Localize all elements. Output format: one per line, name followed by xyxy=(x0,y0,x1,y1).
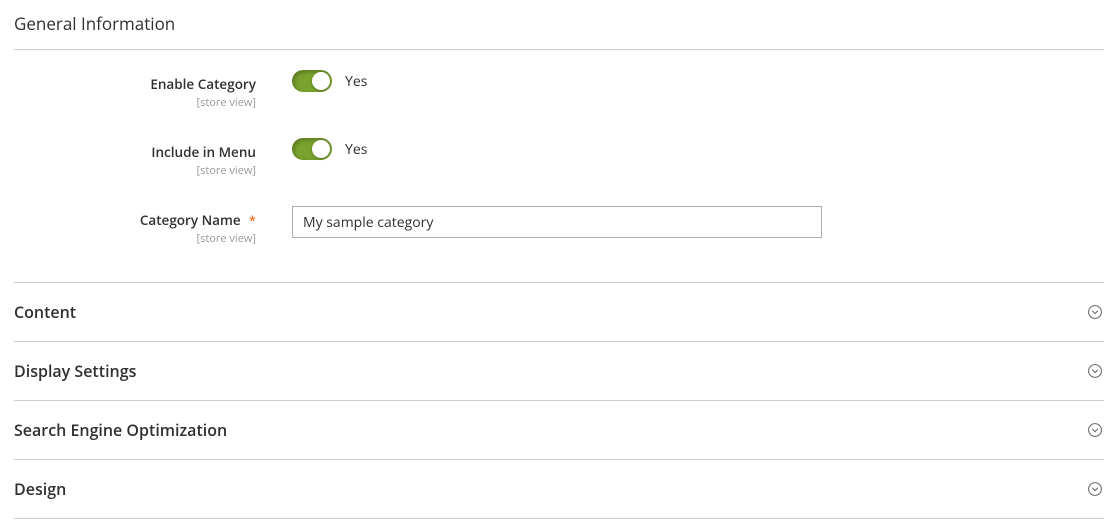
chevron-down-icon xyxy=(1086,362,1104,380)
section-content-title: Content xyxy=(14,301,76,323)
field-include-in-menu: Include in Menu [store view] Yes xyxy=(14,138,1104,178)
toggle-knob-icon xyxy=(312,72,330,90)
section-seo[interactable]: Search Engine Optimization xyxy=(14,401,1104,460)
enable-category-value: Yes xyxy=(345,72,367,91)
chevron-down-icon xyxy=(1086,303,1104,321)
include-in-menu-scope: [store view] xyxy=(14,163,256,178)
enable-category-label: Enable Category xyxy=(150,75,256,93)
category-name-control xyxy=(284,206,822,238)
include-in-menu-control: Yes xyxy=(284,138,367,160)
collapsible-sections: Content Display Settings Search Engine O… xyxy=(14,282,1104,519)
enable-category-scope: [store view] xyxy=(14,95,256,110)
general-information-form: Enable Category [store view] Yes Include… xyxy=(14,50,1104,278)
required-asterisk-icon: * xyxy=(249,211,256,229)
enable-category-toggle[interactable] xyxy=(292,70,332,92)
include-in-menu-label-col: Include in Menu [store view] xyxy=(14,138,284,178)
enable-category-control: Yes xyxy=(284,70,367,92)
section-title: General Information xyxy=(14,0,1104,50)
include-in-menu-value: Yes xyxy=(345,140,367,159)
toggle-knob-icon xyxy=(312,140,330,158)
category-name-label-col: Category Name * [store view] xyxy=(14,206,284,246)
section-design-title: Design xyxy=(14,478,66,500)
section-display-settings[interactable]: Display Settings xyxy=(14,342,1104,401)
chevron-down-icon xyxy=(1086,480,1104,498)
section-display-settings-title: Display Settings xyxy=(14,360,136,382)
field-category-name: Category Name * [store view] xyxy=(14,206,1104,246)
category-name-label: Category Name xyxy=(140,211,241,229)
include-in-menu-label: Include in Menu xyxy=(151,143,256,161)
field-enable-category: Enable Category [store view] Yes xyxy=(14,70,1104,110)
category-name-input[interactable] xyxy=(292,206,822,238)
include-in-menu-toggle[interactable] xyxy=(292,138,332,160)
section-design[interactable]: Design xyxy=(14,460,1104,519)
chevron-down-icon xyxy=(1086,421,1104,439)
enable-category-label-col: Enable Category [store view] xyxy=(14,70,284,110)
section-content[interactable]: Content xyxy=(14,282,1104,342)
category-name-scope: [store view] xyxy=(14,231,256,246)
section-seo-title: Search Engine Optimization xyxy=(14,419,227,441)
